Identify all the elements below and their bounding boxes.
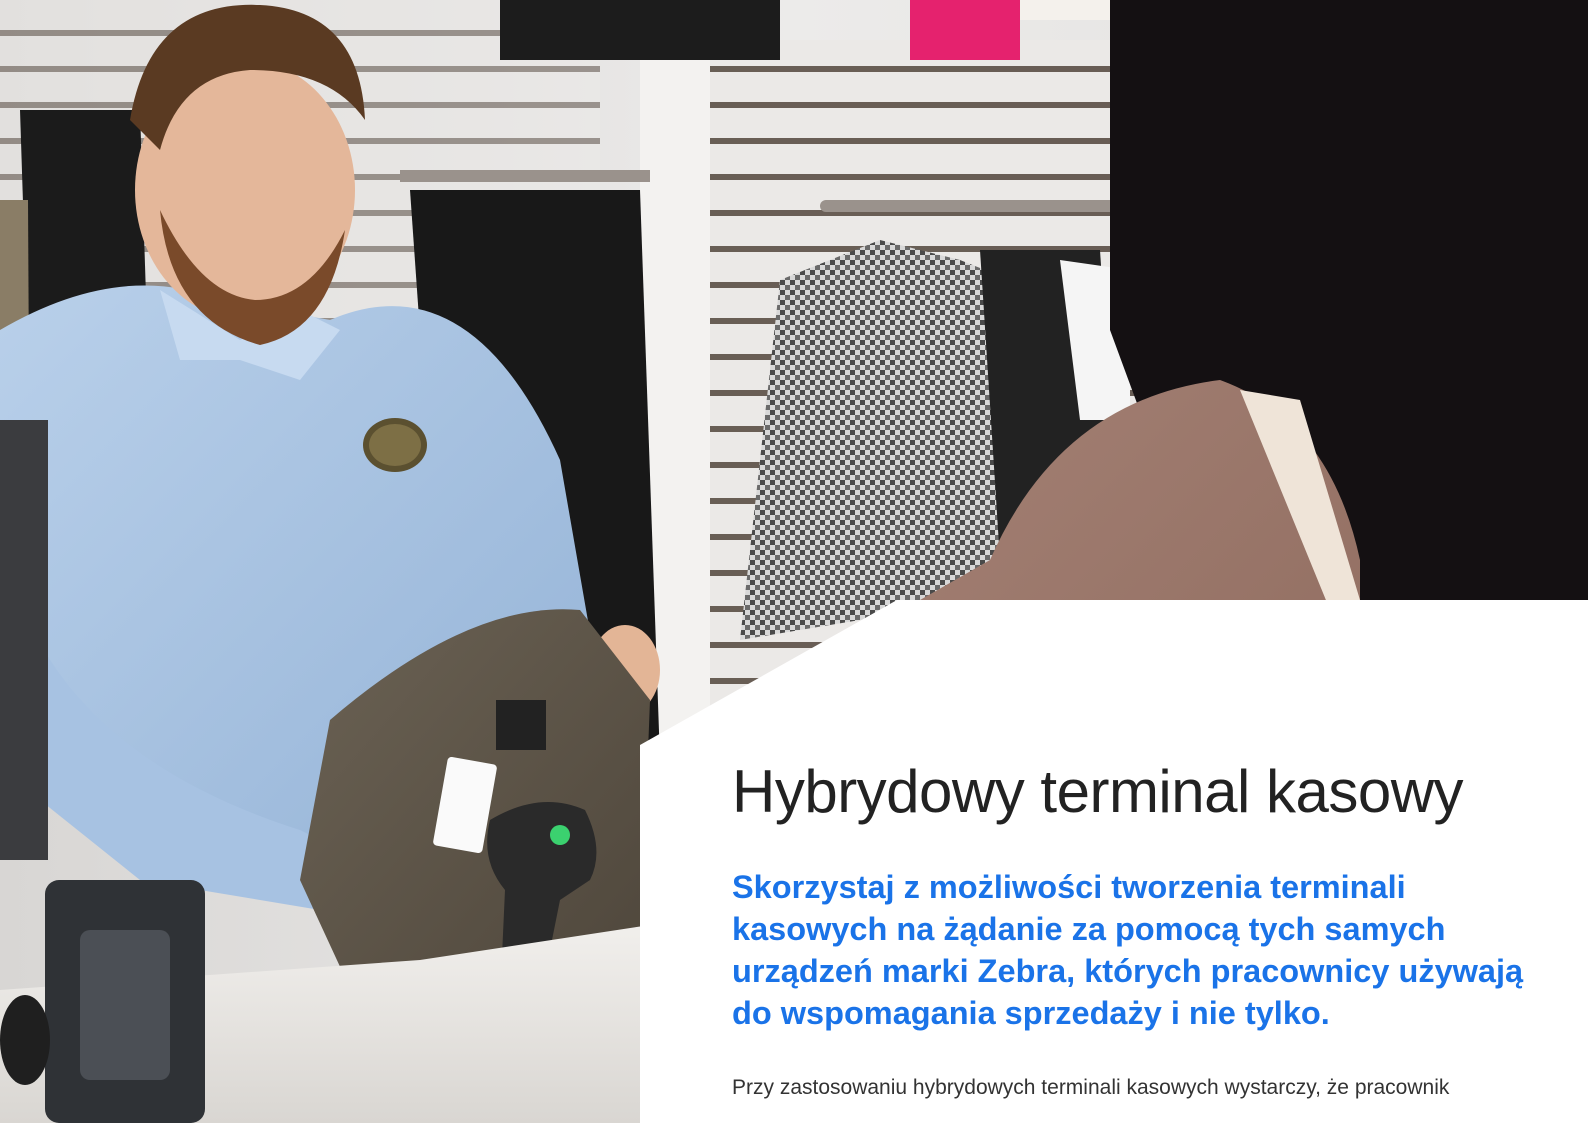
text-content: Hybrydowy terminal kasowy Skorzystaj z m…	[732, 758, 1562, 1102]
document-subtitle: Skorzystaj z możliwości tworzenia termin…	[732, 869, 1524, 1031]
document-page: Hybrydowy terminal kasowy Skorzystaj z m…	[0, 0, 1588, 1123]
body-paragraph: Przy zastosowaniu hybrydowych terminali …	[732, 1076, 1450, 1099]
document-title: Hybrydowy terminal kasowy	[732, 758, 1464, 825]
